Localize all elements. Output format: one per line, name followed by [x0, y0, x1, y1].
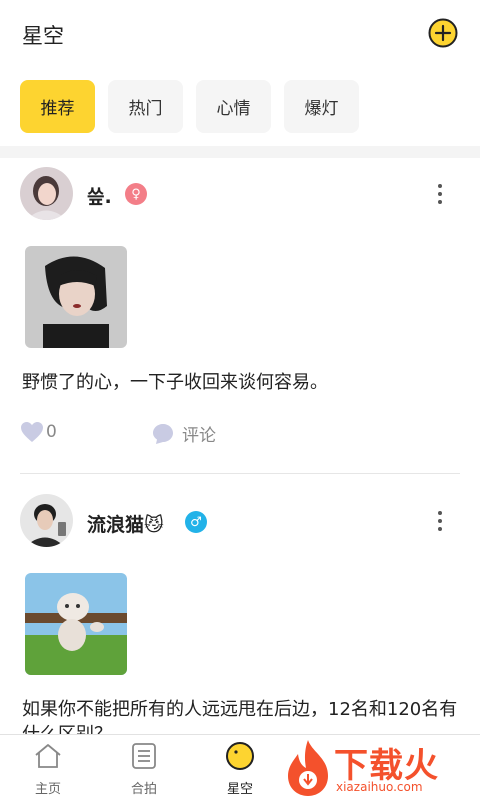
tab-recommend[interactable]: 推荐 [20, 80, 95, 133]
tab-hot[interactable]: 热门 [108, 80, 183, 133]
post-divider [20, 473, 460, 474]
page-title: 星空 [22, 24, 64, 48]
watermark: 下载火 xiazaihuo.com [282, 736, 480, 800]
nav-starry-sky-label: 星空 [226, 782, 253, 797]
tab-spotlight[interactable]: 爆灯 [284, 80, 359, 133]
nav-home-label: 主页 [34, 782, 61, 797]
flame-logo-icon [288, 740, 328, 796]
like-button[interactable]: 0 [20, 421, 57, 443]
more-options-icon[interactable] [432, 508, 448, 534]
post-text: 野惯了的心，一下子收回来谈何容易。 [22, 372, 328, 393]
avatar[interactable] [20, 494, 73, 547]
female-gender-icon: ♀ [125, 183, 147, 205]
planet-icon [226, 742, 254, 770]
list-icon [132, 743, 156, 769]
post-image[interactable] [25, 573, 127, 675]
more-options-icon[interactable] [432, 181, 448, 207]
username[interactable]: 流浪猫😼 [87, 510, 164, 537]
male-gender-icon: ♂ [185, 511, 207, 533]
avatar[interactable] [20, 167, 73, 220]
home-icon [35, 744, 61, 768]
nav-starry-sky[interactable]: 星空 [192, 735, 288, 800]
top-bar: 星空 [0, 0, 480, 70]
nav-home[interactable]: 主页 [0, 735, 96, 800]
heart-icon [21, 422, 43, 442]
comment-button[interactable]: 评论 [152, 421, 216, 446]
tab-mood[interactable]: 心情 [196, 80, 271, 133]
watermark-url: xiazaihuo.com [336, 780, 423, 794]
nav-coshoot[interactable]: 合拍 [96, 735, 192, 800]
category-tabs: 推荐 热门 心情 爆灯 [20, 80, 359, 133]
comment-label: 评论 [182, 426, 216, 446]
comment-bubble-icon [153, 423, 173, 444]
post-image[interactable] [25, 246, 127, 348]
plus-circle-icon[interactable] [428, 18, 458, 48]
like-count: 0 [46, 422, 57, 442]
username[interactable]: 씊. [87, 182, 112, 209]
nav-coshoot-label: 合拍 [130, 782, 157, 797]
section-separator [0, 146, 480, 158]
